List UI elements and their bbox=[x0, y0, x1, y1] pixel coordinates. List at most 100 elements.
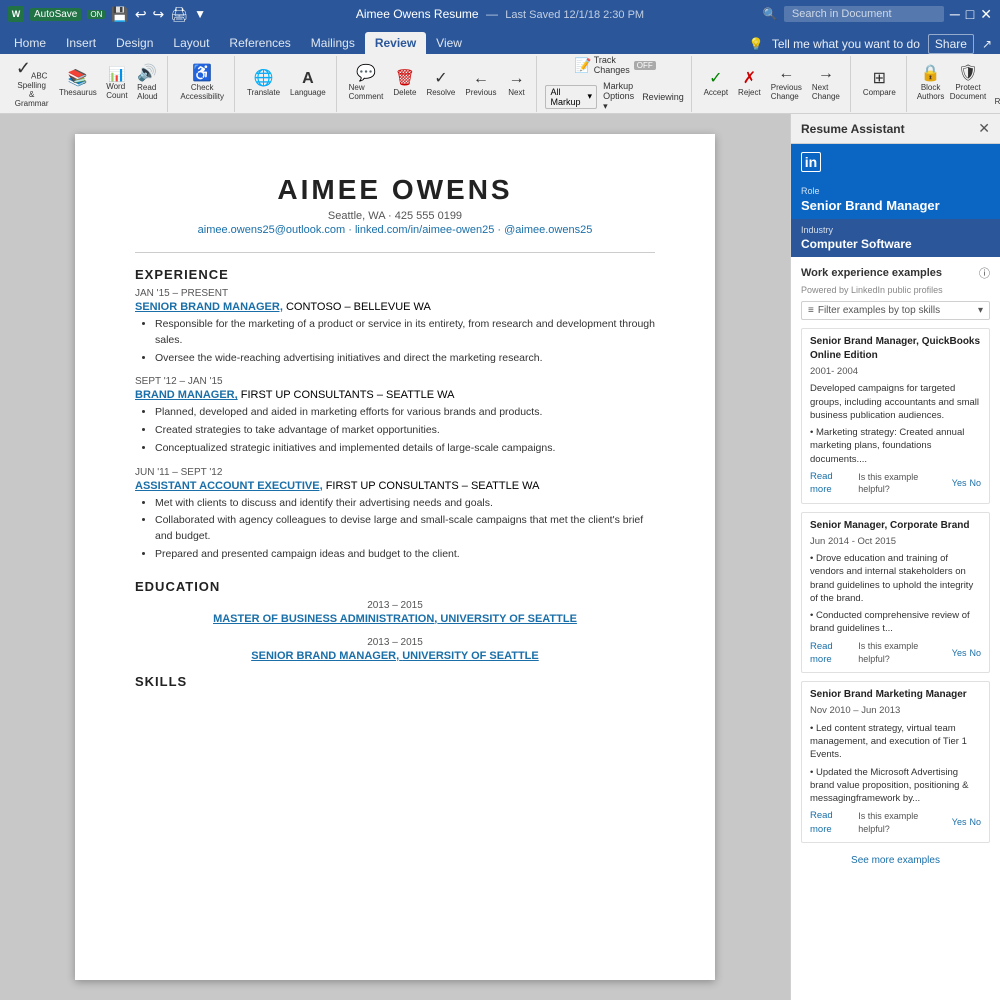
previous-comment-button[interactable]: ← Previous bbox=[461, 69, 500, 99]
example3-yes-button[interactable]: Yes bbox=[952, 816, 967, 829]
word-count-button[interactable]: 📊 WordCount bbox=[102, 65, 131, 102]
toolbar-save-icon[interactable]: 💾 bbox=[111, 6, 128, 23]
example1-yes-button[interactable]: Yes bbox=[952, 477, 967, 490]
tab-design[interactable]: Design bbox=[106, 32, 163, 54]
example2-yes-button[interactable]: Yes bbox=[952, 647, 967, 660]
ribbon-group-compare: ⊞ Compare bbox=[853, 56, 907, 112]
track-changes-icon: 📝 bbox=[574, 57, 591, 74]
spelling-grammar-button[interactable]: ✓ABC Spelling &Grammar bbox=[10, 57, 53, 111]
title-bar-right: 🔍 ─ □ ✕ bbox=[746, 6, 992, 23]
share-button[interactable]: Share bbox=[928, 34, 974, 54]
tab-insert[interactable]: Insert bbox=[56, 32, 106, 54]
work-exp-title: Work experience examples bbox=[801, 267, 942, 279]
tab-review[interactable]: Review bbox=[365, 32, 426, 54]
protect-document-button[interactable]: 🛡 ProtectDocument bbox=[948, 64, 987, 103]
autosave-state[interactable]: ON bbox=[87, 10, 105, 19]
job1-title-highlight: SENIOR BRAND MANAGER, bbox=[135, 301, 283, 313]
compare-label: Compare bbox=[863, 88, 896, 97]
toolbar-redo-icon[interactable]: ↪ bbox=[153, 6, 165, 23]
industry-value: Computer Software bbox=[801, 237, 990, 251]
example3-no-button[interactable]: No bbox=[969, 816, 981, 829]
job1-bullets: Responsible for the marketing of a produ… bbox=[155, 317, 655, 366]
ribbon-group-changes: ✓ Accept ✗ Reject ← PreviousChange → Nex… bbox=[694, 56, 851, 112]
filter-text: Filter examples by top skills bbox=[818, 305, 974, 316]
translate-button[interactable]: 🌐 Translate bbox=[243, 69, 284, 99]
delete-comment-button[interactable]: 🗑 Delete bbox=[389, 69, 420, 99]
panel-role-section: Role Senior Brand Manager bbox=[791, 180, 1000, 219]
word-count-label: WordCount bbox=[106, 82, 127, 100]
tab-mailings[interactable]: Mailings bbox=[301, 32, 365, 54]
reject-button[interactable]: ✗ Reject bbox=[734, 69, 765, 99]
translate-icon: 🌐 bbox=[254, 71, 274, 87]
accept-button[interactable]: ✓ Accept bbox=[700, 69, 732, 99]
previous-change-icon: ← bbox=[778, 66, 794, 82]
toolbar-print-icon[interactable]: 🖨 bbox=[170, 6, 188, 23]
new-comment-button[interactable]: 💬 NewComment bbox=[345, 64, 388, 103]
filter-row[interactable]: ≡ Filter examples by top skills ▾ bbox=[801, 301, 990, 320]
see-more-button[interactable]: See more examples bbox=[801, 851, 990, 870]
edu1-degree-highlight: MASTER OF BUSINESS ADMINISTRATION, bbox=[213, 613, 437, 625]
resolve-button[interactable]: ✓ Resolve bbox=[422, 69, 459, 99]
edu1-degree: MASTER OF BUSINESS ADMINISTRATION, UNIVE… bbox=[135, 613, 655, 625]
example1-read-more[interactable]: Read more bbox=[810, 470, 855, 497]
compare-icon: ⊞ bbox=[873, 71, 886, 87]
education-section-title: EDUCATION bbox=[135, 579, 655, 594]
next-comment-icon: → bbox=[508, 71, 524, 87]
toolbar-more-icon[interactable]: ▼ bbox=[194, 7, 206, 21]
markup-dropdown[interactable]: All Markup ▾ bbox=[545, 85, 597, 109]
markup-options-button[interactable]: MarkupOptions ▾ bbox=[599, 79, 639, 114]
job3-bullet3: Prepared and presented campaign ideas an… bbox=[155, 547, 655, 563]
always-open-readonly-button[interactable]: 📂 Always OpenRead-Only bbox=[990, 60, 1000, 108]
reject-icon: ✗ bbox=[743, 71, 756, 87]
reject-label: Reject bbox=[738, 88, 761, 97]
example3-read-more[interactable]: Read more bbox=[810, 809, 855, 836]
tab-home[interactable]: Home bbox=[4, 32, 56, 54]
check-accessibility-button[interactable]: ♿ CheckAccessibility bbox=[176, 64, 228, 103]
example1-title: Senior Brand Manager, QuickBooks Online … bbox=[810, 335, 981, 363]
example2-read-more[interactable]: Read more bbox=[810, 640, 855, 667]
industry-label: Industry bbox=[801, 225, 990, 235]
document-area[interactable]: AIMEE OWENS Seattle, WA · 425 555 0199 a… bbox=[0, 114, 790, 1000]
example3-helpful-text: Is this example helpful? bbox=[858, 810, 949, 835]
new-comment-label: NewComment bbox=[349, 83, 384, 101]
ribbon-group-language: 🌐 Translate A Language bbox=[237, 56, 337, 112]
previous-change-button[interactable]: ← PreviousChange bbox=[767, 64, 806, 103]
track-changes-button[interactable]: 📝 Track Changes OFF bbox=[570, 53, 659, 77]
block-authors-button[interactable]: 🔒 BlockAuthors bbox=[915, 64, 947, 103]
document-title: Aimee Owens Resume — Last Saved 12/1/18 … bbox=[254, 7, 746, 21]
example-card-2: Senior Manager, Corporate Brand Jun 2014… bbox=[801, 512, 990, 674]
language-buttons: 🌐 Translate A Language bbox=[243, 69, 330, 99]
tell-me-text[interactable]: Tell me what you want to do bbox=[772, 37, 920, 51]
search-input[interactable] bbox=[784, 6, 944, 22]
tab-layout[interactable]: Layout bbox=[163, 32, 219, 54]
language-label: Language bbox=[290, 88, 326, 97]
close-icon[interactable]: ✕ bbox=[980, 6, 992, 23]
resolve-icon: ✓ bbox=[434, 71, 447, 87]
toolbar-undo-icon[interactable]: ↩ bbox=[135, 6, 147, 23]
resume-links: aimee.owens25@outlook.com · linked.com/i… bbox=[135, 224, 655, 236]
next-comment-button[interactable]: → Next bbox=[502, 69, 530, 99]
reviewing-button[interactable]: Reviewing bbox=[641, 90, 684, 104]
protect-doc-icon: 🛡 bbox=[958, 66, 978, 82]
translate-label: Translate bbox=[247, 88, 280, 97]
tab-references[interactable]: References bbox=[219, 32, 300, 54]
tab-view[interactable]: View bbox=[426, 32, 472, 54]
example2-no-button[interactable]: No bbox=[969, 647, 981, 660]
job3-date: JUN '11 – SEPT '12 bbox=[135, 467, 655, 478]
document-page: AIMEE OWENS Seattle, WA · 425 555 0199 a… bbox=[75, 134, 715, 980]
job3-bullets: Met with clients to discuss and identify… bbox=[155, 496, 655, 563]
next-change-button[interactable]: → NextChange bbox=[808, 64, 844, 103]
example3-title: Senior Brand Marketing Manager bbox=[810, 688, 981, 702]
word-count-icon: 📊 bbox=[108, 67, 125, 81]
minimize-icon[interactable]: ─ bbox=[950, 6, 960, 22]
panel-close-button[interactable]: ✕ bbox=[978, 120, 990, 137]
compare-button[interactable]: ⊞ Compare bbox=[859, 69, 900, 99]
example1-helpful-text: Is this example helpful? bbox=[858, 471, 949, 496]
language-button[interactable]: A Language bbox=[286, 69, 330, 99]
thesaurus-button[interactable]: 📚 Thesaurus bbox=[55, 69, 100, 99]
panel-body: Work experience examples ⓘ Powered by Li… bbox=[791, 257, 1000, 1000]
read-aloud-button[interactable]: 🔊 ReadAloud bbox=[133, 64, 161, 103]
example1-no-button[interactable]: No bbox=[969, 477, 981, 490]
maximize-icon[interactable]: □ bbox=[966, 6, 974, 22]
example-card-3: Senior Brand Marketing Manager Nov 2010 … bbox=[801, 681, 990, 843]
